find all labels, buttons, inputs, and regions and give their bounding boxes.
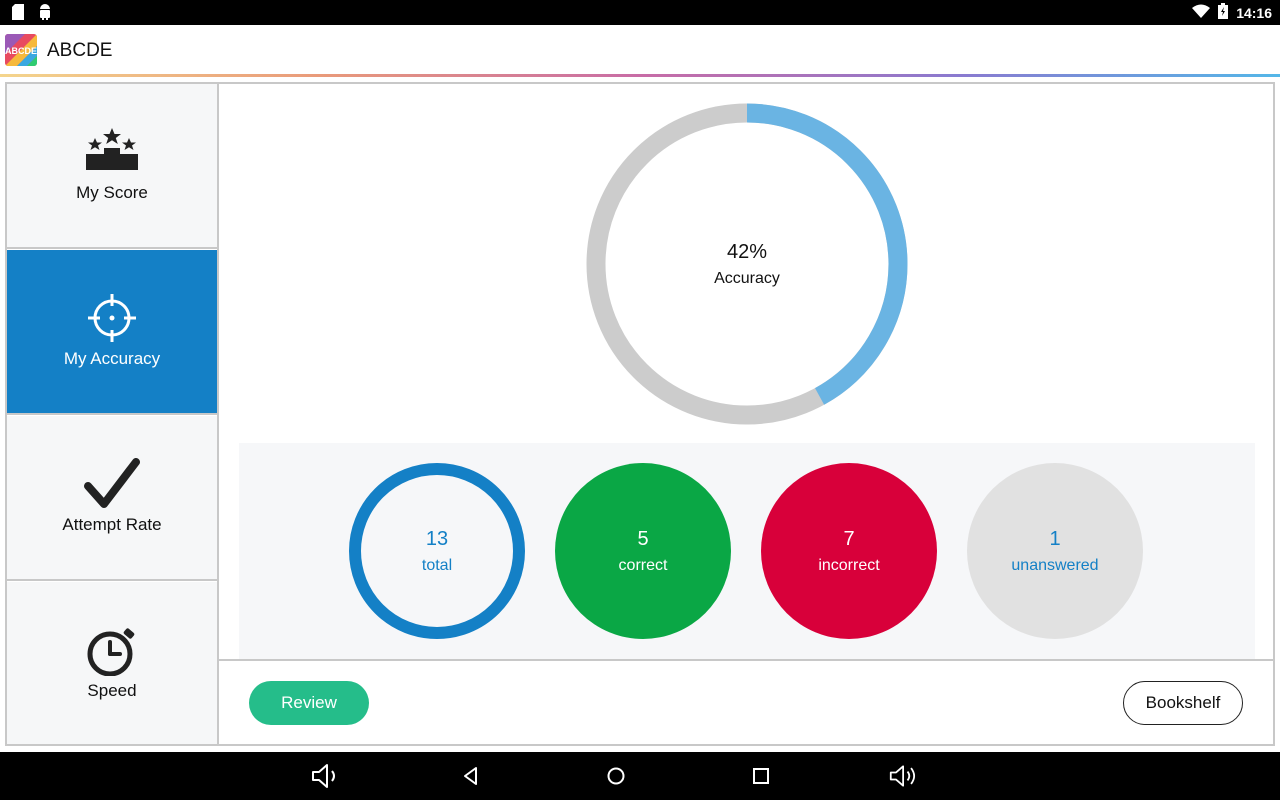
sidebar-item-speed[interactable]: Speed bbox=[7, 582, 217, 744]
sidebar-item-label: My Accuracy bbox=[63, 349, 161, 368]
stat-correct-value: 5 bbox=[637, 527, 649, 550]
logo-text: ABCDE bbox=[5, 46, 37, 56]
back-icon[interactable] bbox=[456, 762, 486, 790]
battery-icon bbox=[1218, 3, 1229, 22]
stat-total-value: 13 bbox=[425, 527, 449, 550]
bookshelf-button[interactable]: Bookshelf bbox=[1123, 681, 1243, 725]
recents-icon[interactable] bbox=[746, 762, 776, 790]
content-frame: My Score My Accuracy Attempt Rate Speed … bbox=[5, 82, 1275, 746]
app-title: ABCDE bbox=[47, 40, 113, 61]
footer-divider bbox=[219, 659, 1273, 661]
status-bar: 14:16 bbox=[0, 0, 1280, 25]
sd-card-icon bbox=[12, 4, 24, 25]
podium-stars-icon bbox=[84, 126, 140, 176]
sidebar: My Score My Accuracy Attempt Rate Speed bbox=[7, 84, 217, 744]
stats-panel: 13 total 5 correct 7 incorrect 1 unanswe… bbox=[239, 443, 1255, 659]
sidebar-item-label: Speed bbox=[87, 681, 137, 700]
crosshair-icon bbox=[86, 292, 138, 342]
app-bar: ABCDE ABCDE bbox=[0, 25, 1280, 77]
stat-unanswered-label: unanswered bbox=[1011, 556, 1099, 574]
accuracy-label: Accuracy bbox=[714, 269, 780, 287]
app-bar-gradient-rule bbox=[0, 74, 1280, 77]
donut-center: 42% Accuracy bbox=[585, 102, 909, 426]
sidebar-item-my-score[interactable]: My Score bbox=[7, 84, 217, 249]
sidebar-item-my-accuracy[interactable]: My Accuracy bbox=[7, 250, 217, 415]
app-logo: ABCDE bbox=[5, 34, 37, 66]
stat-incorrect-label: incorrect bbox=[818, 556, 880, 574]
accuracy-panel: 42% Accuracy 13 total 5 correct 7 incorr… bbox=[219, 84, 1273, 744]
volume-down-icon[interactable] bbox=[311, 762, 341, 790]
wifi-icon bbox=[1192, 4, 1211, 21]
stat-total-label: total bbox=[421, 556, 453, 574]
android-icon bbox=[38, 4, 52, 25]
stat-correct-label: correct bbox=[618, 556, 668, 574]
app-screen: 14:16 ABCDE ABCDE My Score My Accuracy A… bbox=[0, 0, 1280, 800]
system-nav-bar bbox=[0, 752, 1280, 800]
stopwatch-icon bbox=[86, 624, 138, 677]
home-icon[interactable] bbox=[601, 762, 631, 790]
stat-unanswered-value: 1 bbox=[1049, 527, 1061, 550]
sidebar-item-label: Attempt Rate bbox=[62, 515, 162, 534]
accuracy-donut: 42% Accuracy bbox=[585, 102, 909, 426]
stat-total: 13 total bbox=[349, 463, 525, 639]
stat-incorrect: 7 incorrect bbox=[761, 463, 937, 639]
volume-up-icon[interactable] bbox=[889, 762, 919, 790]
sidebar-item-label: My Score bbox=[76, 183, 148, 202]
checkmark-icon bbox=[84, 458, 140, 508]
status-time: 14:16 bbox=[1236, 4, 1272, 21]
stat-unanswered: 1 unanswered bbox=[967, 463, 1143, 639]
review-button[interactable]: Review bbox=[249, 681, 369, 725]
stat-incorrect-value: 7 bbox=[843, 527, 855, 550]
sidebar-item-attempt-rate[interactable]: Attempt Rate bbox=[7, 416, 217, 581]
stat-correct: 5 correct bbox=[555, 463, 731, 639]
accuracy-percent: 42% bbox=[726, 240, 768, 263]
